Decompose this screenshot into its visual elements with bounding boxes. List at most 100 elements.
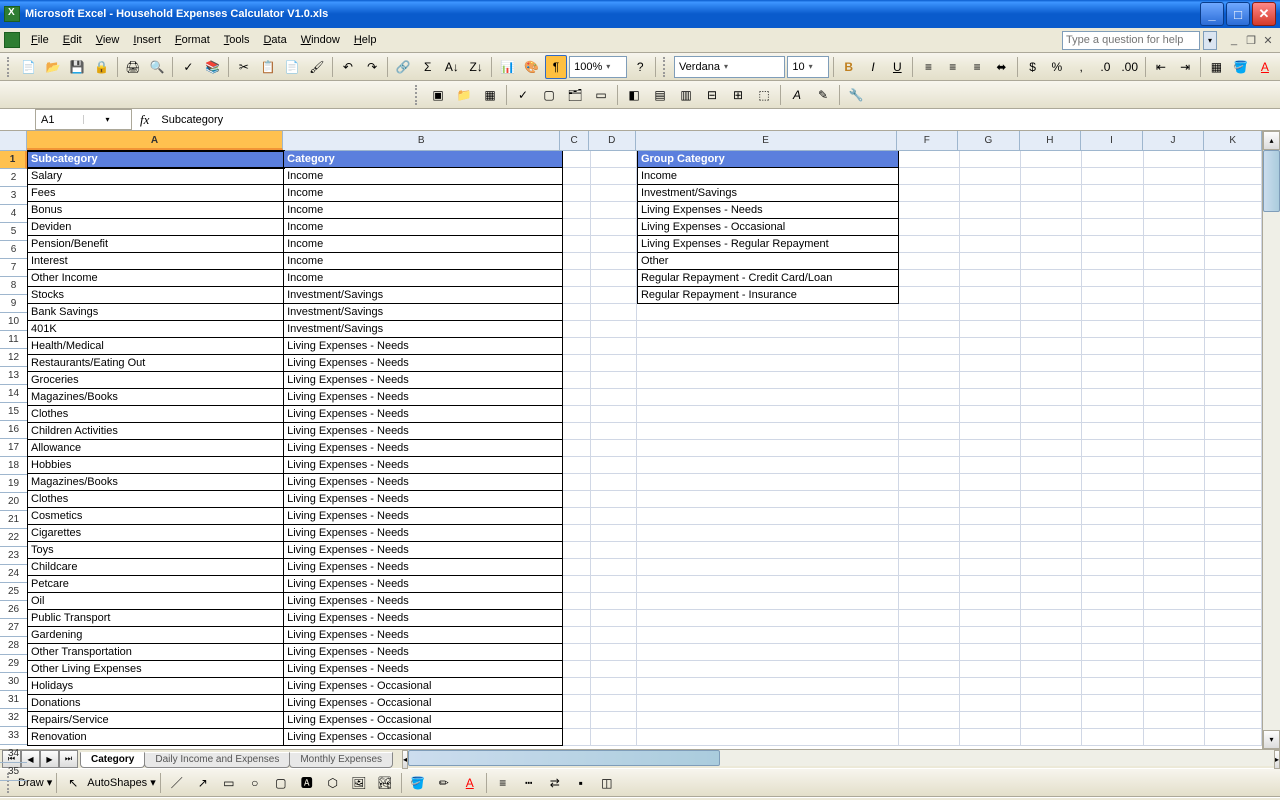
cell-F16[interactable] — [899, 406, 960, 423]
cell-G9[interactable] — [960, 287, 1021, 304]
cell-J25[interactable] — [1144, 559, 1205, 576]
cell-K11[interactable] — [1205, 321, 1262, 338]
cell-F21[interactable] — [899, 491, 960, 508]
cell-F7[interactable] — [899, 253, 960, 270]
row-header-34[interactable]: 34 — [0, 745, 27, 763]
cell-B31[interactable]: Living Expenses - Needs — [284, 661, 563, 678]
cell-D11[interactable] — [591, 321, 637, 338]
menu-window[interactable]: Window — [294, 32, 347, 48]
cell-G14[interactable] — [960, 372, 1021, 389]
row-header-13[interactable]: 13 — [0, 367, 27, 385]
cell-F17[interactable] — [899, 423, 960, 440]
cell-E9[interactable]: Regular Repayment - Insurance — [637, 287, 899, 304]
cell-A23[interactable]: Cigarettes — [27, 525, 284, 542]
clipart-icon[interactable]: 🖼 — [347, 771, 371, 795]
cell-E1[interactable]: Group Category — [637, 151, 899, 168]
cell-F23[interactable] — [899, 525, 960, 542]
cell-K9[interactable] — [1205, 287, 1262, 304]
cell-D25[interactable] — [591, 559, 637, 576]
row-header-8[interactable]: 8 — [0, 277, 27, 295]
cell-F6[interactable] — [899, 236, 960, 253]
cell-I7[interactable] — [1082, 253, 1143, 270]
cell-F4[interactable] — [899, 202, 960, 219]
tb2-icon-2[interactable]: 📁 — [452, 83, 476, 107]
cell-F34[interactable] — [899, 712, 960, 729]
cell-K25[interactable] — [1205, 559, 1262, 576]
cell-D35[interactable] — [591, 729, 637, 746]
cell-G34[interactable] — [960, 712, 1021, 729]
cell-D29[interactable] — [591, 627, 637, 644]
cell-I25[interactable] — [1082, 559, 1143, 576]
cell-D30[interactable] — [591, 644, 637, 661]
row-header-2[interactable]: 2 — [0, 169, 27, 187]
cell-J27[interactable] — [1144, 593, 1205, 610]
cell-K32[interactable] — [1205, 678, 1262, 695]
cell-A7[interactable]: Interest — [27, 253, 284, 270]
cell-K28[interactable] — [1205, 610, 1262, 627]
cell-G11[interactable] — [960, 321, 1021, 338]
cell-J30[interactable] — [1144, 644, 1205, 661]
cell-J6[interactable] — [1144, 236, 1205, 253]
cell-B13[interactable]: Living Expenses - Needs — [284, 355, 563, 372]
cell-D9[interactable] — [591, 287, 637, 304]
cell-B15[interactable]: Living Expenses - Needs — [284, 389, 563, 406]
cell-H16[interactable] — [1021, 406, 1082, 423]
cell-H23[interactable] — [1021, 525, 1082, 542]
cell-C12[interactable] — [563, 338, 591, 355]
help-search-input[interactable] — [1062, 31, 1200, 50]
cell-J29[interactable] — [1144, 627, 1205, 644]
tb2-icon-13[interactable]: ⬚ — [752, 83, 776, 107]
row-header-21[interactable]: 21 — [0, 511, 27, 529]
vscroll-thumb[interactable] — [1263, 150, 1280, 212]
cell-A9[interactable]: Stocks — [27, 287, 284, 304]
bold-icon[interactable]: B — [838, 55, 860, 79]
cell-D3[interactable] — [591, 185, 637, 202]
cell-E7[interactable]: Other — [637, 253, 899, 270]
diagram-icon[interactable]: ⬡ — [321, 771, 345, 795]
cell-H21[interactable] — [1021, 491, 1082, 508]
cell-I31[interactable] — [1082, 661, 1143, 678]
cell-G27[interactable] — [960, 593, 1021, 610]
cell-F29[interactable] — [899, 627, 960, 644]
autoshapes-menu[interactable]: AutoShapes ▾ — [87, 776, 156, 789]
3d-icon[interactable]: ◫ — [595, 771, 619, 795]
cell-J17[interactable] — [1144, 423, 1205, 440]
row-header-28[interactable]: 28 — [0, 637, 27, 655]
tb2-icon-14[interactable]: A — [785, 83, 809, 107]
cell-K20[interactable] — [1205, 474, 1262, 491]
cell-B10[interactable]: Investment/Savings — [284, 304, 563, 321]
column-header-G[interactable]: G — [958, 131, 1020, 150]
cell-B18[interactable]: Living Expenses - Needs — [284, 440, 563, 457]
cell-E17[interactable] — [637, 423, 899, 440]
cell-D2[interactable] — [591, 168, 637, 185]
cell-J21[interactable] — [1144, 491, 1205, 508]
cell-I27[interactable] — [1082, 593, 1143, 610]
cell-H26[interactable] — [1021, 576, 1082, 593]
row-header-27[interactable]: 27 — [0, 619, 27, 637]
cell-G19[interactable] — [960, 457, 1021, 474]
cell-J19[interactable] — [1144, 457, 1205, 474]
new-icon[interactable]: 📄 — [18, 55, 40, 79]
column-header-D[interactable]: D — [589, 131, 636, 150]
cell-A14[interactable]: Groceries — [27, 372, 284, 389]
cell-C3[interactable] — [563, 185, 591, 202]
cell-A10[interactable]: Bank Savings — [27, 304, 284, 321]
row-header-1[interactable]: 1 — [0, 151, 27, 169]
cell-K19[interactable] — [1205, 457, 1262, 474]
cell-F14[interactable] — [899, 372, 960, 389]
row-header-14[interactable]: 14 — [0, 385, 27, 403]
cell-H30[interactable] — [1021, 644, 1082, 661]
cell-I24[interactable] — [1082, 542, 1143, 559]
cell-H10[interactable] — [1021, 304, 1082, 321]
cell-J1[interactable] — [1144, 151, 1205, 168]
decrease-indent-icon[interactable]: ⇤ — [1150, 55, 1172, 79]
fill-color-draw-icon[interactable]: 🪣 — [406, 771, 430, 795]
cell-I1[interactable] — [1082, 151, 1143, 168]
cell-F8[interactable] — [899, 270, 960, 287]
cell-D4[interactable] — [591, 202, 637, 219]
cell-D5[interactable] — [591, 219, 637, 236]
cell-B19[interactable]: Living Expenses - Needs — [284, 457, 563, 474]
cell-J35[interactable] — [1144, 729, 1205, 746]
cell-E15[interactable] — [637, 389, 899, 406]
cell-A11[interactable]: 401K — [27, 321, 284, 338]
